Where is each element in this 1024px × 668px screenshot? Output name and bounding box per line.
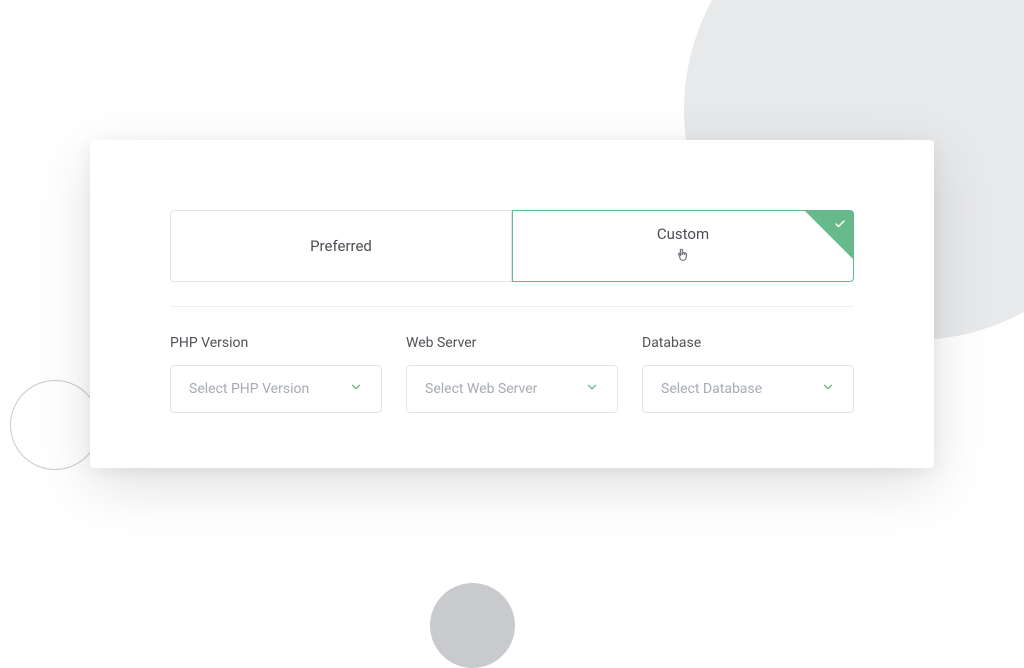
chevron-down-icon: [821, 380, 835, 398]
field-web-server: Web Server Select Web Server: [406, 335, 618, 413]
database-select[interactable]: Select Database: [642, 365, 854, 413]
divider: [170, 306, 854, 307]
web-server-placeholder: Select Web Server: [425, 381, 537, 397]
database-placeholder: Select Database: [661, 381, 762, 397]
database-label: Database: [642, 335, 854, 351]
decorative-circle-bottom: [430, 583, 515, 668]
field-php-version: PHP Version Select PHP Version: [170, 335, 382, 413]
config-card: Preferred Custom PHP Version Sele: [90, 140, 934, 468]
tab-preferred-label: Preferred: [310, 237, 372, 255]
web-server-select[interactable]: Select Web Server: [406, 365, 618, 413]
config-tabs: Preferred Custom: [170, 210, 854, 282]
chevron-down-icon: [349, 380, 363, 398]
web-server-label: Web Server: [406, 335, 618, 351]
field-database: Database Select Database: [642, 335, 854, 413]
tab-custom-label: Custom: [657, 225, 709, 243]
decorative-circle-left: [10, 380, 100, 470]
cursor-pointer-icon: [675, 247, 691, 267]
tab-preferred[interactable]: Preferred: [170, 210, 512, 282]
chevron-down-icon: [585, 380, 599, 398]
php-version-placeholder: Select PHP Version: [189, 381, 309, 397]
tab-custom[interactable]: Custom: [512, 210, 854, 282]
check-icon: [834, 216, 846, 234]
fields-row: PHP Version Select PHP Version Web Serve…: [170, 335, 854, 413]
php-version-label: PHP Version: [170, 335, 382, 351]
php-version-select[interactable]: Select PHP Version: [170, 365, 382, 413]
